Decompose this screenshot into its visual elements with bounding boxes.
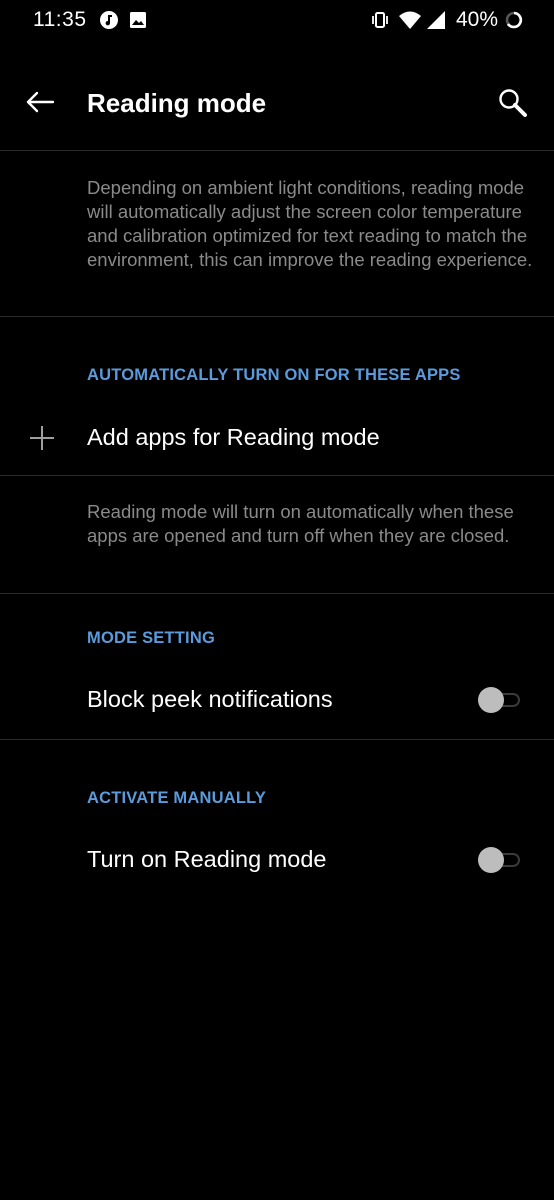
status-time: 11:35 — [33, 8, 87, 31]
search-button[interactable] — [488, 82, 538, 128]
divider — [0, 150, 554, 151]
toggle-thumb — [478, 687, 504, 713]
turn-on-reading-row[interactable]: Turn on Reading mode — [0, 826, 554, 896]
turn-on-reading-toggle[interactable] — [476, 846, 524, 874]
auto-apps-description: Reading mode will turn on automatically … — [87, 501, 514, 546]
plus-icon — [28, 424, 56, 452]
block-peek-label: Block peek notifications — [87, 686, 333, 712]
back-arrow-icon — [25, 90, 55, 119]
divider — [0, 316, 554, 317]
wifi-icon — [398, 10, 422, 30]
block-peek-toggle[interactable] — [476, 686, 524, 714]
divider — [0, 739, 554, 740]
divider — [0, 593, 554, 594]
block-peek-row[interactable]: Block peek notifications — [0, 666, 554, 736]
add-apps-row[interactable]: Add apps for Reading mode — [0, 403, 554, 473]
music-app-icon — [99, 10, 119, 30]
app-bar: Reading mode — [0, 62, 554, 150]
turn-on-reading-label: Turn on Reading mode — [87, 846, 327, 872]
page-title: Reading mode — [87, 88, 267, 118]
battery-percent: 40% — [456, 8, 499, 31]
add-apps-label: Add apps for Reading mode — [87, 424, 380, 450]
battery-charging-icon — [504, 10, 524, 30]
status-bar: 11:35 40% — [0, 0, 554, 42]
section-header-auto-apps: AUTOMATICALLY TURN ON FOR THESE APPS — [87, 366, 461, 384]
intro-description: Depending on ambient light conditions, r… — [87, 177, 533, 270]
section-header-mode-setting: MODE SETTING — [87, 629, 215, 647]
section-header-activate-manually: ACTIVATE MANUALLY — [87, 789, 267, 807]
back-button[interactable] — [14, 82, 66, 126]
vibrate-icon — [370, 10, 390, 30]
toggle-thumb — [478, 847, 504, 873]
divider — [0, 475, 554, 476]
cell-signal-icon — [426, 10, 446, 30]
search-icon — [497, 87, 529, 124]
image-icon — [128, 10, 148, 30]
